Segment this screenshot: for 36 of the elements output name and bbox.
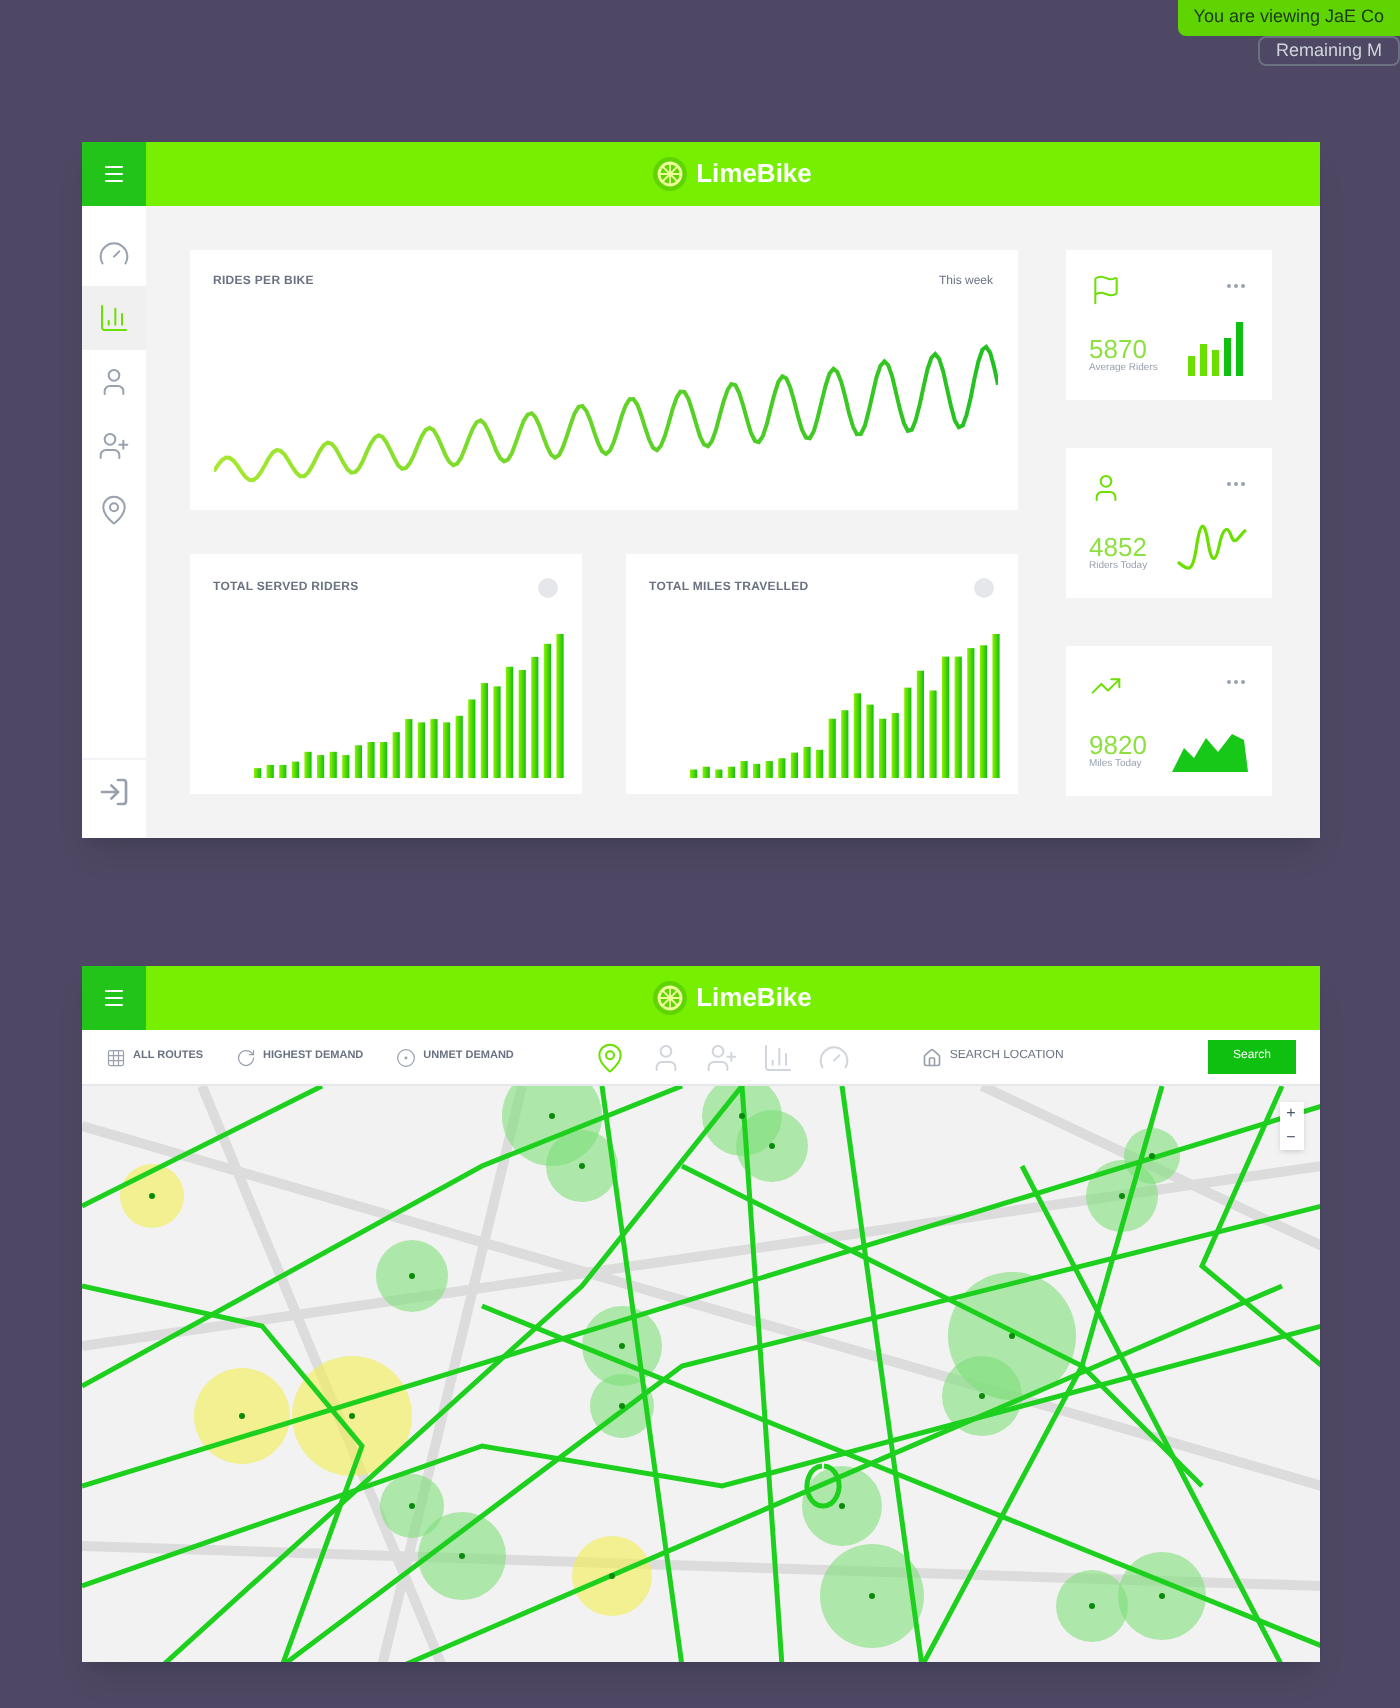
user-plus-icon <box>97 430 129 462</box>
flag-icon <box>1089 274 1121 306</box>
wheel-logo-icon <box>652 980 689 1016</box>
bar-chart-icon <box>97 302 129 334</box>
map-pin-icon <box>593 1041 626 1073</box>
home-icon <box>921 1047 942 1067</box>
toolbar-button[interactable] <box>593 1041 626 1073</box>
brand-name: LimeBike <box>696 156 812 193</box>
sidebar-item[interactable] <box>81 286 145 350</box>
menu-icon <box>101 162 125 186</box>
circular-arrow-icon <box>235 1047 256 1067</box>
toolbar-button[interactable] <box>705 1041 738 1073</box>
sign-in-arrow-icon <box>97 775 129 807</box>
stat-value: 4852 <box>1089 533 1148 559</box>
mini-area-chart-icon <box>1171 728 1247 772</box>
grid-icon <box>105 1047 125 1067</box>
stat-value: 5870 <box>1089 335 1147 361</box>
zoom-button[interactable]: − <box>1279 1126 1303 1150</box>
notice-text: You are viewing JaE Co <box>1177 0 1400 35</box>
notice-subtext: Remaining M <box>1257 35 1400 66</box>
brand-name: LimeBike <box>696 980 812 1017</box>
map-pin-icon <box>97 494 129 526</box>
zoom-button[interactable]: + <box>1279 1102 1303 1126</box>
gauge-icon <box>817 1041 850 1073</box>
mini-bar-chart-icon <box>1187 320 1247 376</box>
user-plus-icon <box>705 1041 738 1073</box>
menu-button[interactable] <box>81 142 145 206</box>
gauge-icon <box>97 238 129 270</box>
wheel-logo-icon <box>652 156 689 192</box>
toolbar-button[interactable] <box>817 1041 850 1073</box>
menu-icon <box>101 986 125 1010</box>
target-icon <box>395 1047 416 1067</box>
stat-value: 9820 <box>1089 731 1147 757</box>
menu-button[interactable] <box>81 966 145 1030</box>
toolbar-button[interactable] <box>761 1041 794 1073</box>
bar-chart-icon <box>761 1041 794 1073</box>
